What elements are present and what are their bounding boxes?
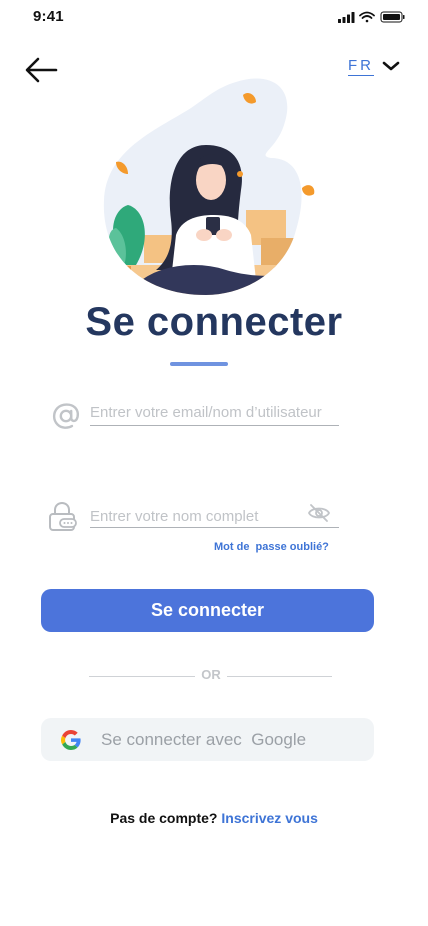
email-input-underline <box>90 425 339 426</box>
email-input[interactable] <box>90 402 340 422</box>
google-icon <box>61 730 81 750</box>
signup-prompt: Pas de compte? Inscrivez vous <box>0 810 428 826</box>
signup-prompt-text: Pas de compte? <box>110 810 222 826</box>
back-arrow-icon[interactable] <box>24 56 60 84</box>
language-selector[interactable]: FR <box>348 57 374 76</box>
signup-link[interactable]: Inscrivez vous <box>221 810 318 826</box>
title-underline <box>170 362 228 366</box>
divider-line-left <box>89 676 195 677</box>
status-time: 9:41 <box>33 8 64 25</box>
lock-icon <box>49 501 77 531</box>
login-button-label: Se connecter <box>150 600 265 620</box>
forgot-password-link[interactable]: Mot de passe oublié? <box>214 541 329 553</box>
wifi-icon <box>359 11 375 23</box>
chevron-down-icon[interactable] <box>382 60 400 72</box>
signal-icon <box>338 12 355 23</box>
divider-label: OR <box>201 667 221 682</box>
divider-line-right <box>227 676 332 677</box>
eye-off-icon[interactable] <box>307 503 331 523</box>
password-input-underline <box>90 527 339 528</box>
battery-icon <box>380 11 405 23</box>
login-illustration <box>103 78 315 296</box>
at-sign-icon <box>52 403 80 429</box>
page-title: Se connecter <box>85 300 343 344</box>
password-input[interactable] <box>90 506 300 526</box>
login-button[interactable]: Se connecter <box>41 589 374 632</box>
status-icons <box>338 11 405 23</box>
google-signin-label: Se connecter avec Google <box>101 730 307 749</box>
